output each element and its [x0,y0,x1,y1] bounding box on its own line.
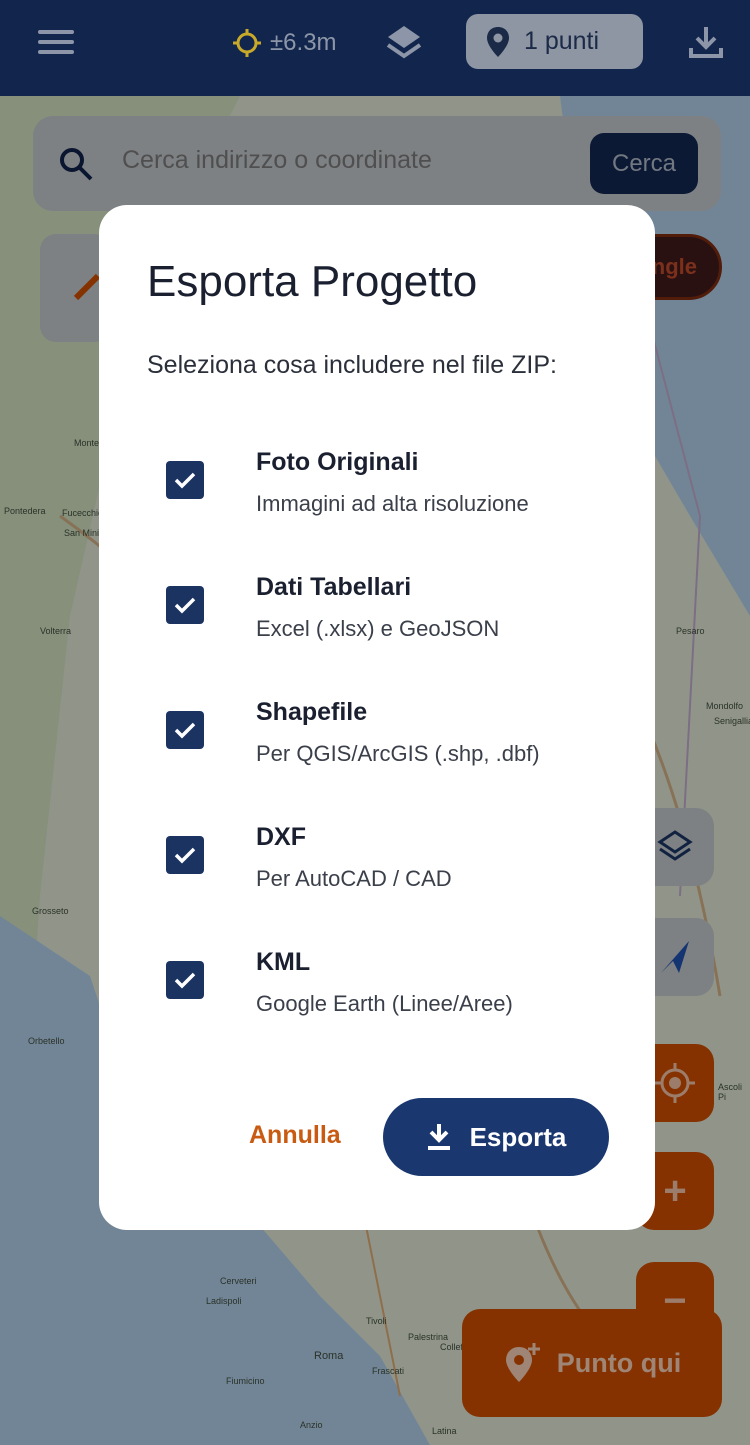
checkmark-icon [174,597,196,614]
option-description: Per AutoCAD / CAD [256,866,452,891]
option-title: Dati Tabellari [256,573,412,601]
option-description: Excel (.xlsx) e GeoJSON [256,616,500,641]
option-title: Foto Originali [256,448,419,476]
export-option-row[interactable]: Dati Tabellari Excel (.xlsx) e GeoJSON [99,573,655,680]
points-count-label: 1 punti [524,27,600,55]
export-button[interactable]: Esporta [383,1098,609,1176]
checkbox[interactable] [166,461,204,499]
option-description: Google Earth (Linee/Aree) [256,991,513,1016]
location-pin-icon [487,26,509,57]
export-project-dialog: Esporta Progetto Seleziona cosa includer… [99,205,655,1230]
checkmark-icon [174,722,196,739]
export-option-row[interactable]: Foto Originali Immagini ad alta risoluzio… [99,448,655,555]
menu-icon[interactable] [38,28,74,56]
option-title: DXF [256,823,306,851]
checkbox[interactable] [166,961,204,999]
points-count-button[interactable]: 1 punti [466,14,643,69]
export-button-label: Esporta [469,1121,567,1152]
option-title: Shapefile [256,698,368,726]
export-option-row[interactable]: DXF Per AutoCAD / CAD [99,823,655,930]
checkmark-icon [174,472,196,489]
dialog-title: Esporta Progetto [147,257,478,306]
checkbox[interactable] [166,836,204,874]
checkmark-icon [174,847,196,864]
gps-accuracy-text: ±6.3m [270,29,337,56]
dialog-subtitle: Seleziona cosa includere nel file ZIP: [147,351,557,379]
option-description: Immagini ad alta risoluzione [256,491,529,516]
gps-crosshair-icon [233,29,261,57]
checkbox[interactable] [166,711,204,749]
checkmark-icon [174,972,196,989]
layers-icon[interactable] [384,22,424,62]
export-option-row[interactable]: Shapefile Per QGIS/ArcGIS (.shp, .dbf) [99,698,655,805]
option-description: Per QGIS/ArcGIS (.shp, .dbf) [256,741,540,766]
top-app-bar: ±6.3m 1 punti [0,0,750,96]
download-icon [427,1124,450,1150]
export-option-row[interactable]: KML Google Earth (Linee/Aree) [99,948,655,1055]
option-title: KML [256,948,311,976]
download-icon[interactable] [688,24,724,60]
gps-accuracy-indicator: ±6.3m [232,28,337,58]
cancel-button[interactable]: Annulla [249,1121,341,1150]
checkbox[interactable] [166,586,204,624]
